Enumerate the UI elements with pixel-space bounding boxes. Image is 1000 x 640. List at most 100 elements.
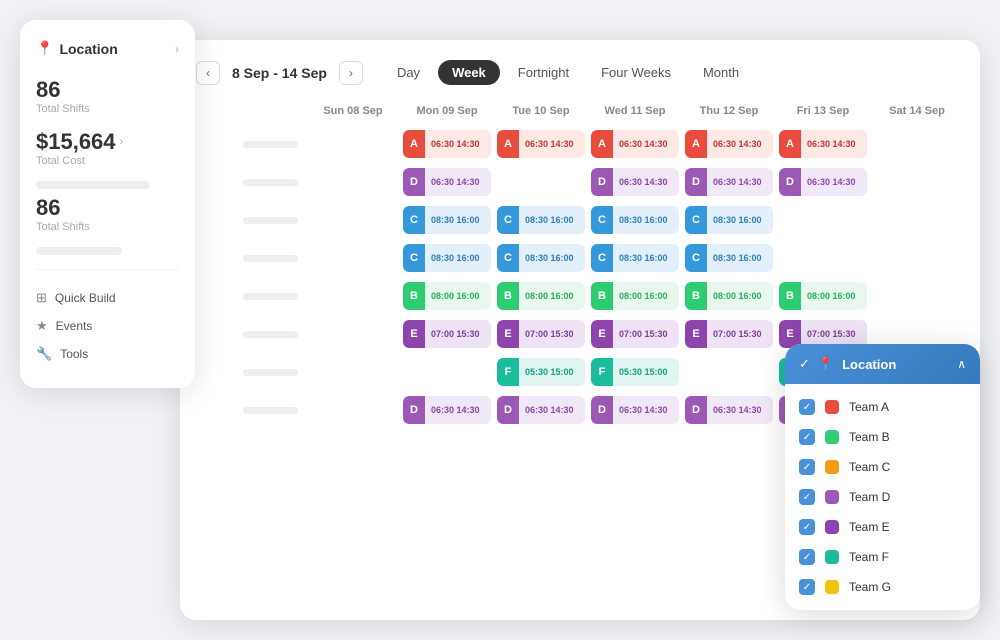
shift-cell-4-1[interactable]: B08:00 16:00 [400,277,494,315]
shift-cell-1-6[interactable] [870,163,964,201]
shift-cell-0-3[interactable]: A06:30 14:30 [588,125,682,163]
shift-block-6-3: F05:30 15:00 [591,358,679,386]
next-date-button[interactable]: › [339,61,363,85]
shift-cell-2-2[interactable]: C08:30 16:00 [494,201,588,239]
shift-cell-3-1[interactable]: C08:30 16:00 [400,239,494,277]
shift-cell-2-1[interactable]: C08:30 16:00 [400,201,494,239]
shift-cell-4-0[interactable] [306,277,400,315]
shift-cell-3-5[interactable] [776,239,870,277]
shift-team-letter: C [497,206,519,234]
tab-week[interactable]: Week [438,60,500,85]
shift-block-3-2: C08:30 16:00 [497,244,585,272]
team-checkbox[interactable]: ✓ [799,489,815,505]
dropdown-team-item-2[interactable]: ✓Team C [785,452,980,482]
events-menu-item[interactable]: ★ Events [36,312,179,340]
shift-times-display: 08:00 16:00 [613,282,679,310]
shift-cell-3-2[interactable]: C08:30 16:00 [494,239,588,277]
prev-date-button[interactable]: ‹ [196,61,220,85]
shift-cell-2-3[interactable]: C08:30 16:00 [588,201,682,239]
team-checkbox[interactable]: ✓ [799,549,815,565]
dropdown-team-item-4[interactable]: ✓Team E [785,512,980,542]
quick-build-menu-item[interactable]: ⊞ Quick Build [36,284,179,312]
shift-block-1-3: D06:30 14:30 [591,168,679,196]
tab-month[interactable]: Month [689,60,753,85]
dropdown-location-label: Location [842,357,896,372]
shift-cell-6-0[interactable] [306,353,400,391]
shift-cell-4-4[interactable]: B08:00 16:00 [682,277,776,315]
team-checkbox[interactable]: ✓ [799,579,815,595]
shift-block-4-3: B08:00 16:00 [591,282,679,310]
team-checkbox[interactable]: ✓ [799,399,815,415]
team-name-label: Team G [849,580,891,594]
shift-cell-1-4[interactable]: D06:30 14:30 [682,163,776,201]
shift-cell-4-3[interactable]: B08:00 16:00 [588,277,682,315]
sidebar-location-row[interactable]: 📍 Location › [36,40,179,57]
shift-cell-7-1[interactable]: D06:30 14:30 [400,391,494,429]
dropdown-team-item-3[interactable]: ✓Team D [785,482,980,512]
team-checkbox[interactable]: ✓ [799,459,815,475]
shift-cell-0-0[interactable] [306,125,400,163]
shift-block-0-5: A06:30 14:30 [779,130,867,158]
shift-cell-7-4[interactable]: D06:30 14:30 [682,391,776,429]
shift-cell-1-2[interactable] [494,163,588,201]
shift-cell-6-2[interactable]: F05:30 15:00 [494,353,588,391]
shift-times-display: 08:00 16:00 [707,282,773,310]
shift-cell-1-1[interactable]: D06:30 14:30 [400,163,494,201]
team-checkbox[interactable]: ✓ [799,429,815,445]
shift-times-display: 05:30 15:00 [613,358,679,386]
shift-cell-0-1[interactable]: A06:30 14:30 [400,125,494,163]
shift-cell-4-5[interactable]: B08:00 16:00 [776,277,870,315]
shift-cell-6-4[interactable] [682,353,776,391]
shift-cell-2-5[interactable] [776,201,870,239]
dropdown-header[interactable]: ✓ 📍 Location ∧ [785,344,980,384]
shift-cell-0-6[interactable] [870,125,964,163]
shift-cell-2-0[interactable] [306,201,400,239]
dropdown-team-item-5[interactable]: ✓Team F [785,542,980,572]
shift-cell-5-0[interactable] [306,315,400,353]
shift-block-2-1: C08:30 16:00 [403,206,491,234]
dropdown-team-item-1[interactable]: ✓Team B [785,422,980,452]
header-check-icon: ✓ [799,356,810,372]
shift-block-1-4: D06:30 14:30 [685,168,773,196]
shift-block-5-1: E07:00 15:30 [403,320,491,348]
shift-cell-6-3[interactable]: F05:30 15:00 [588,353,682,391]
tab-four-weeks[interactable]: Four Weeks [587,60,685,85]
shift-cell-1-3[interactable]: D06:30 14:30 [588,163,682,201]
sidebar-chevron-icon: › [175,42,179,56]
shift-times-display: 06:30 14:30 [425,130,491,158]
shift-times-display: 08:30 16:00 [519,206,585,234]
team-checkbox[interactable]: ✓ [799,519,815,535]
shift-block-5-3: E07:00 15:30 [591,320,679,348]
shift-cell-3-4[interactable]: C08:30 16:00 [682,239,776,277]
shift-cell-7-0[interactable] [306,391,400,429]
shift-block-7-1: D06:30 14:30 [403,396,491,424]
tab-day[interactable]: Day [383,60,434,85]
row-label-2 [196,201,306,239]
shift-cell-5-1[interactable]: E07:00 15:30 [400,315,494,353]
shift-cell-4-2[interactable]: B08:00 16:00 [494,277,588,315]
shift-cell-3-6[interactable] [870,239,964,277]
shift-cell-0-4[interactable]: A06:30 14:30 [682,125,776,163]
shift-cell-0-2[interactable]: A06:30 14:30 [494,125,588,163]
total-cost-stat[interactable]: $15,664 › Total Cost [36,129,179,167]
shift-cell-7-3[interactable]: D06:30 14:30 [588,391,682,429]
tab-fortnight[interactable]: Fortnight [504,60,583,85]
dropdown-team-item-6[interactable]: ✓ Team G [785,572,980,602]
shift-cell-3-0[interactable] [306,239,400,277]
shift-cell-6-1[interactable] [400,353,494,391]
shift-cell-5-2[interactable]: E07:00 15:30 [494,315,588,353]
shift-cell-5-3[interactable]: E07:00 15:30 [588,315,682,353]
dropdown-team-item-0[interactable]: ✓Team A [785,392,980,422]
shift-cell-1-5[interactable]: D06:30 14:30 [776,163,870,201]
shift-cell-4-6[interactable] [870,277,964,315]
shift-team-letter: B [591,282,613,310]
shift-cell-3-3[interactable]: C08:30 16:00 [588,239,682,277]
tools-menu-item[interactable]: 🔧 Tools [36,340,179,368]
shift-cell-7-2[interactable]: D06:30 14:30 [494,391,588,429]
shift-cell-5-4[interactable]: E07:00 15:30 [682,315,776,353]
shift-cell-1-0[interactable] [306,163,400,201]
shift-cell-2-6[interactable] [870,201,964,239]
shift-cell-0-5[interactable]: A06:30 14:30 [776,125,870,163]
cost-chevron-icon: › [120,136,124,148]
shift-cell-2-4[interactable]: C08:30 16:00 [682,201,776,239]
